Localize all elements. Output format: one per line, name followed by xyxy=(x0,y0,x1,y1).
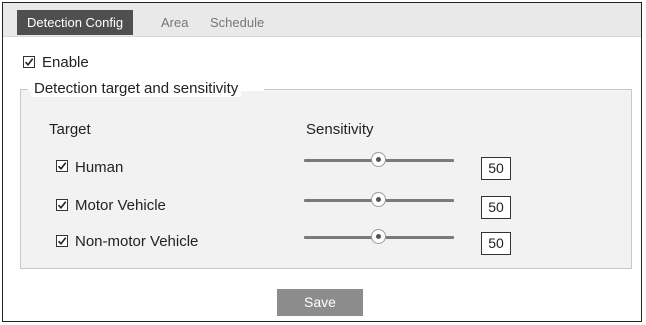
enable-checkbox[interactable] xyxy=(23,56,35,68)
target-column-header: Target xyxy=(49,121,91,138)
non-motor-vehicle-label: Non-motor Vehicle xyxy=(75,233,199,250)
non-motor-vehicle-sensitivity-slider[interactable] xyxy=(304,227,454,247)
group-legend: Detection target and sensitivity xyxy=(31,80,242,97)
checkmark-icon xyxy=(57,237,67,246)
motor-vehicle-label: Motor Vehicle xyxy=(75,197,166,214)
save-button[interactable]: Save xyxy=(277,289,363,316)
checkmark-icon xyxy=(57,162,67,171)
tab-area[interactable]: Area xyxy=(161,10,188,36)
human-sensitivity-slider[interactable] xyxy=(304,150,454,170)
motor-vehicle-sensitivity-slider[interactable] xyxy=(304,190,454,210)
slider-thumb[interactable] xyxy=(371,192,386,207)
human-checkbox[interactable] xyxy=(56,160,68,172)
motor-vehicle-sensitivity-value[interactable]: 50 xyxy=(481,196,511,219)
checkmark-icon xyxy=(24,58,34,67)
slider-thumb[interactable] xyxy=(371,152,386,167)
non-motor-vehicle-checkbox[interactable] xyxy=(56,235,68,247)
tab-detection-config[interactable]: Detection Config xyxy=(17,10,134,35)
human-label: Human xyxy=(75,159,124,176)
enable-label: Enable xyxy=(42,54,89,71)
tab-bar: Detection Config Area Schedule xyxy=(3,3,641,37)
sensitivity-column-header: Sensitivity xyxy=(306,121,374,138)
slider-thumb[interactable] xyxy=(371,229,386,244)
checkmark-icon xyxy=(57,201,67,210)
non-motor-vehicle-sensitivity-value[interactable]: 50 xyxy=(481,232,511,255)
human-sensitivity-value[interactable]: 50 xyxy=(481,157,511,180)
motor-vehicle-checkbox[interactable] xyxy=(56,199,68,211)
tab-schedule[interactable]: Schedule xyxy=(210,10,264,36)
